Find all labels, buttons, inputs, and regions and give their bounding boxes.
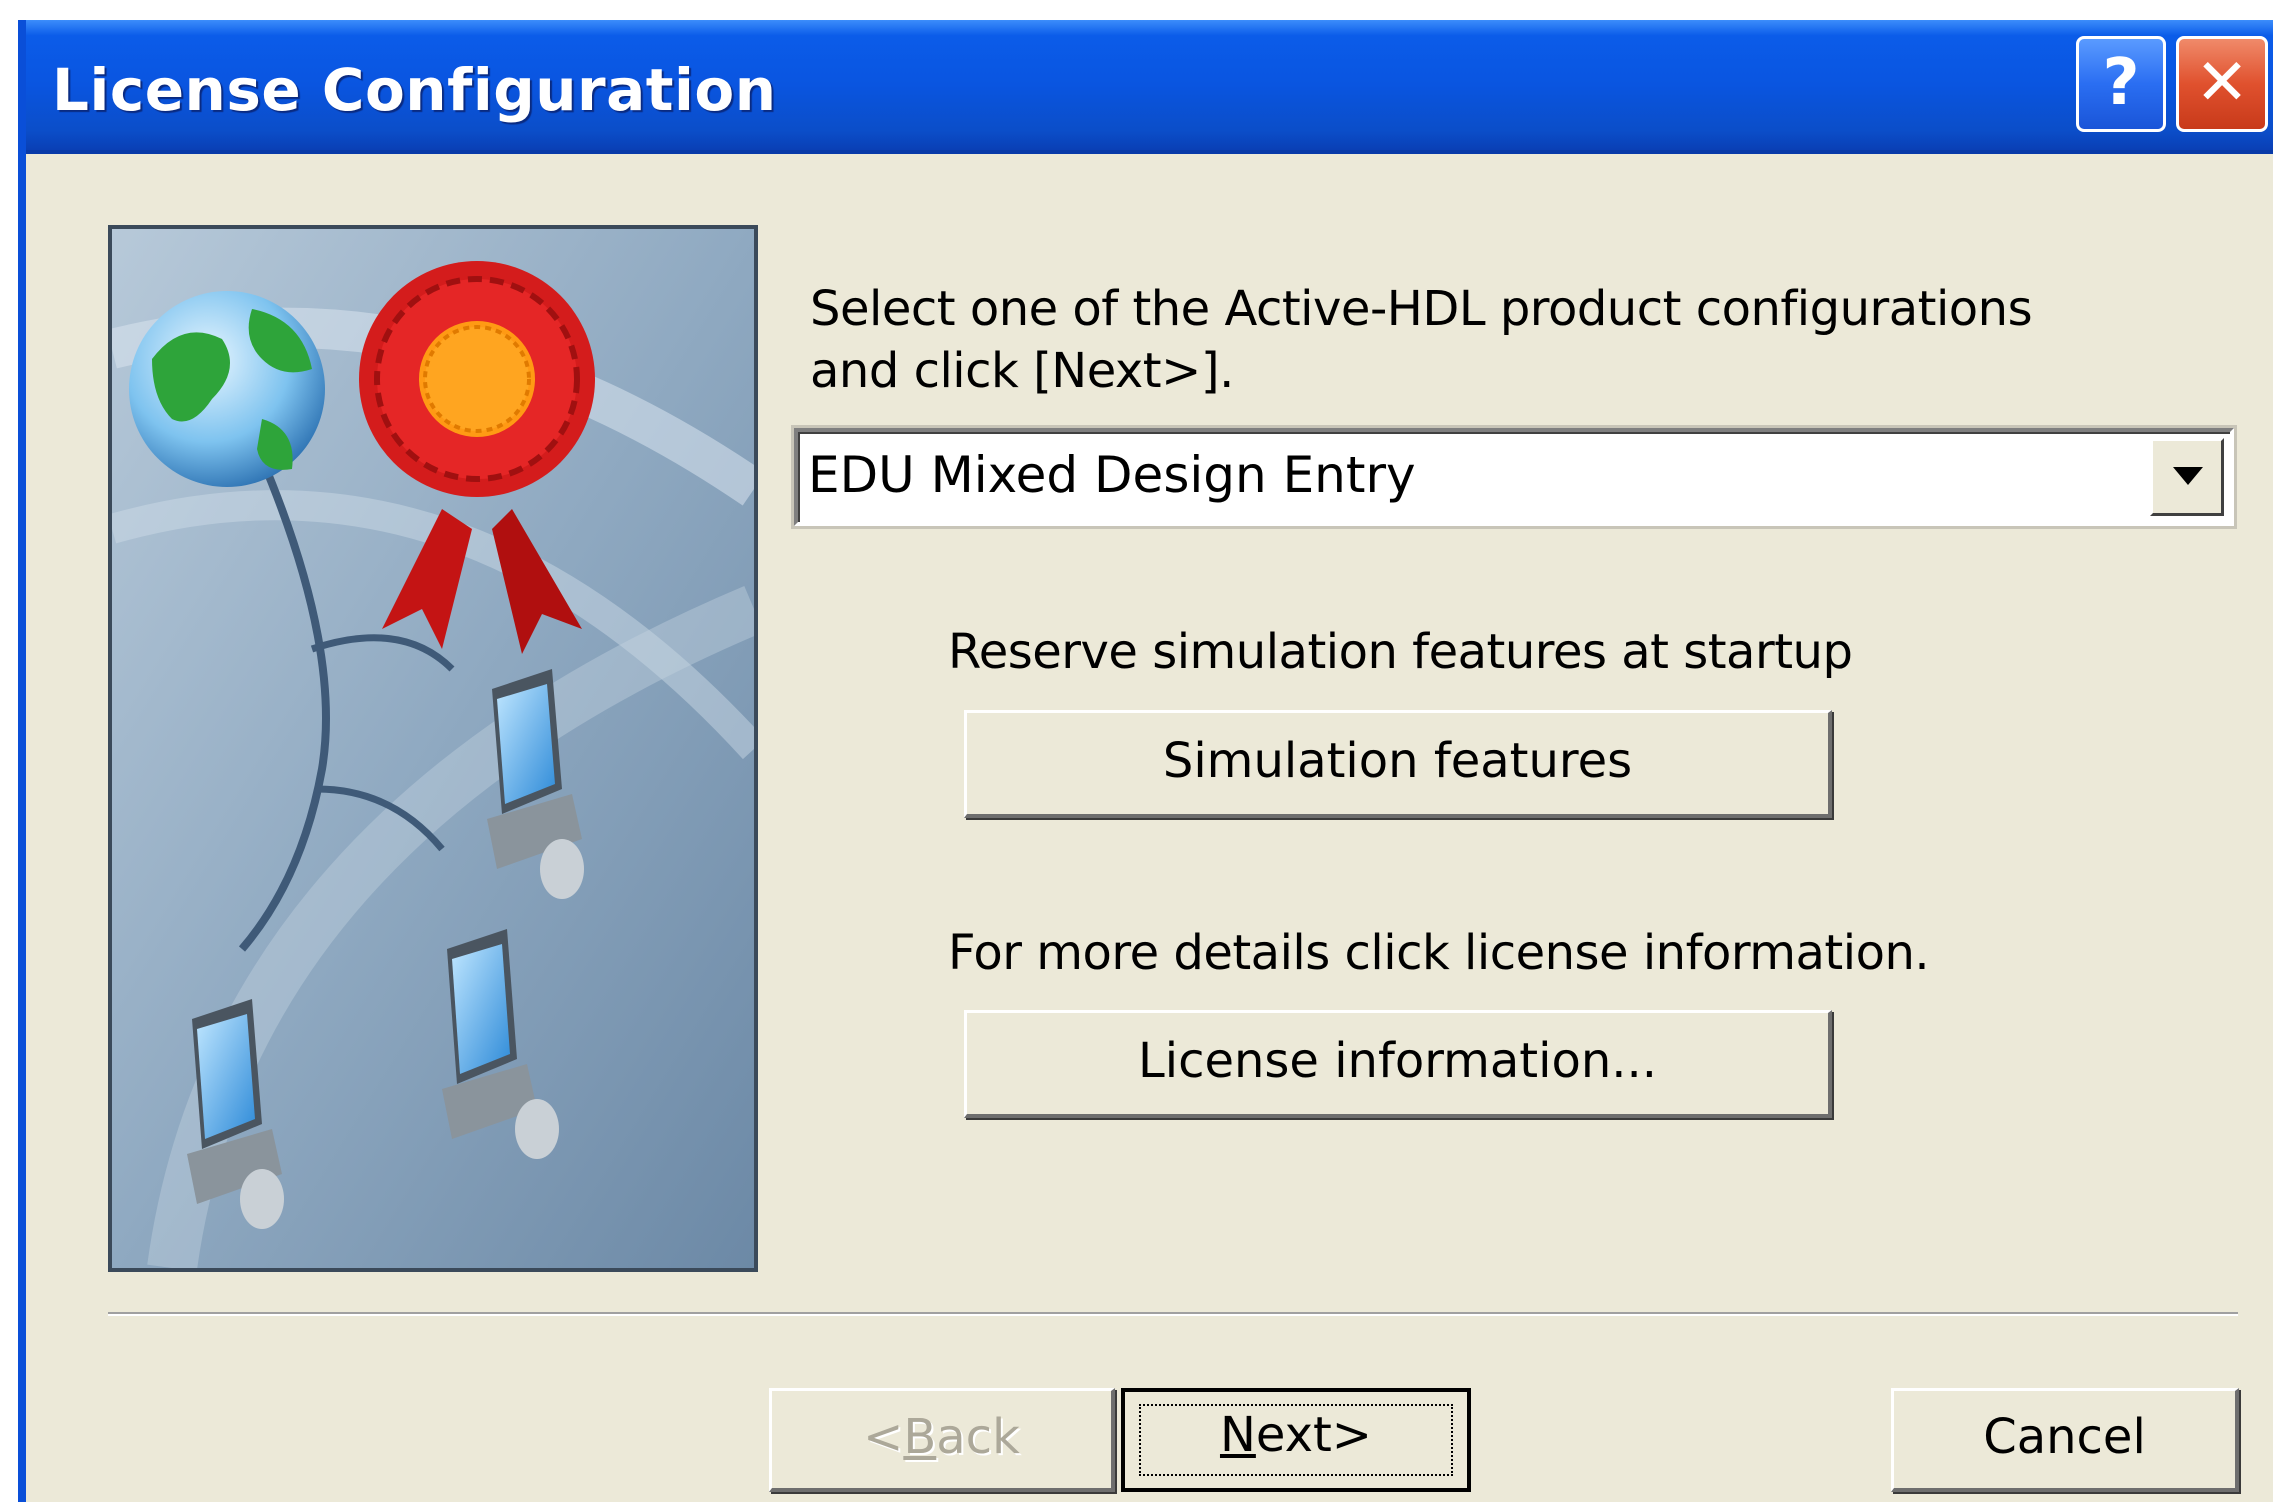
configuration-select-value: EDU Mixed Design Entry — [808, 446, 1416, 504]
instruction-text: Select one of the Active-HDL product con… — [810, 281, 2033, 399]
back-rest: ack — [936, 1409, 1020, 1465]
close-icon[interactable]: ✕ — [2176, 36, 2268, 132]
wizard-illustration — [108, 225, 758, 1272]
license-information-button[interactable]: License information... — [964, 1010, 1832, 1118]
focus-rectangle — [1139, 1404, 1453, 1476]
separator — [108, 1312, 2238, 1316]
license-configuration-dialog: License Configuration ? ✕ Select one of … — [18, 20, 2273, 1502]
globe-icon — [129, 291, 325, 487]
back-button[interactable]: <Back — [769, 1388, 1115, 1492]
help-icon[interactable]: ? — [2076, 36, 2166, 132]
configuration-select[interactable]: EDU Mixed Design Entry — [794, 428, 2234, 526]
back-prefix: < — [863, 1409, 904, 1465]
dropdown-arrow-icon[interactable] — [2150, 438, 2224, 516]
reserve-features-label: Reserve simulation features at startup — [948, 624, 1853, 680]
back-hotkey: B — [903, 1409, 937, 1465]
simulation-features-button[interactable]: Simulation features — [964, 710, 1832, 818]
cancel-button[interactable]: Cancel — [1891, 1388, 2239, 1492]
window-title: License Configuration — [52, 56, 777, 124]
next-button[interactable]: Next> — [1121, 1388, 1471, 1492]
title-bar[interactable]: License Configuration ? ✕ — [26, 20, 2273, 154]
details-label: For more details click license informati… — [948, 925, 1930, 981]
